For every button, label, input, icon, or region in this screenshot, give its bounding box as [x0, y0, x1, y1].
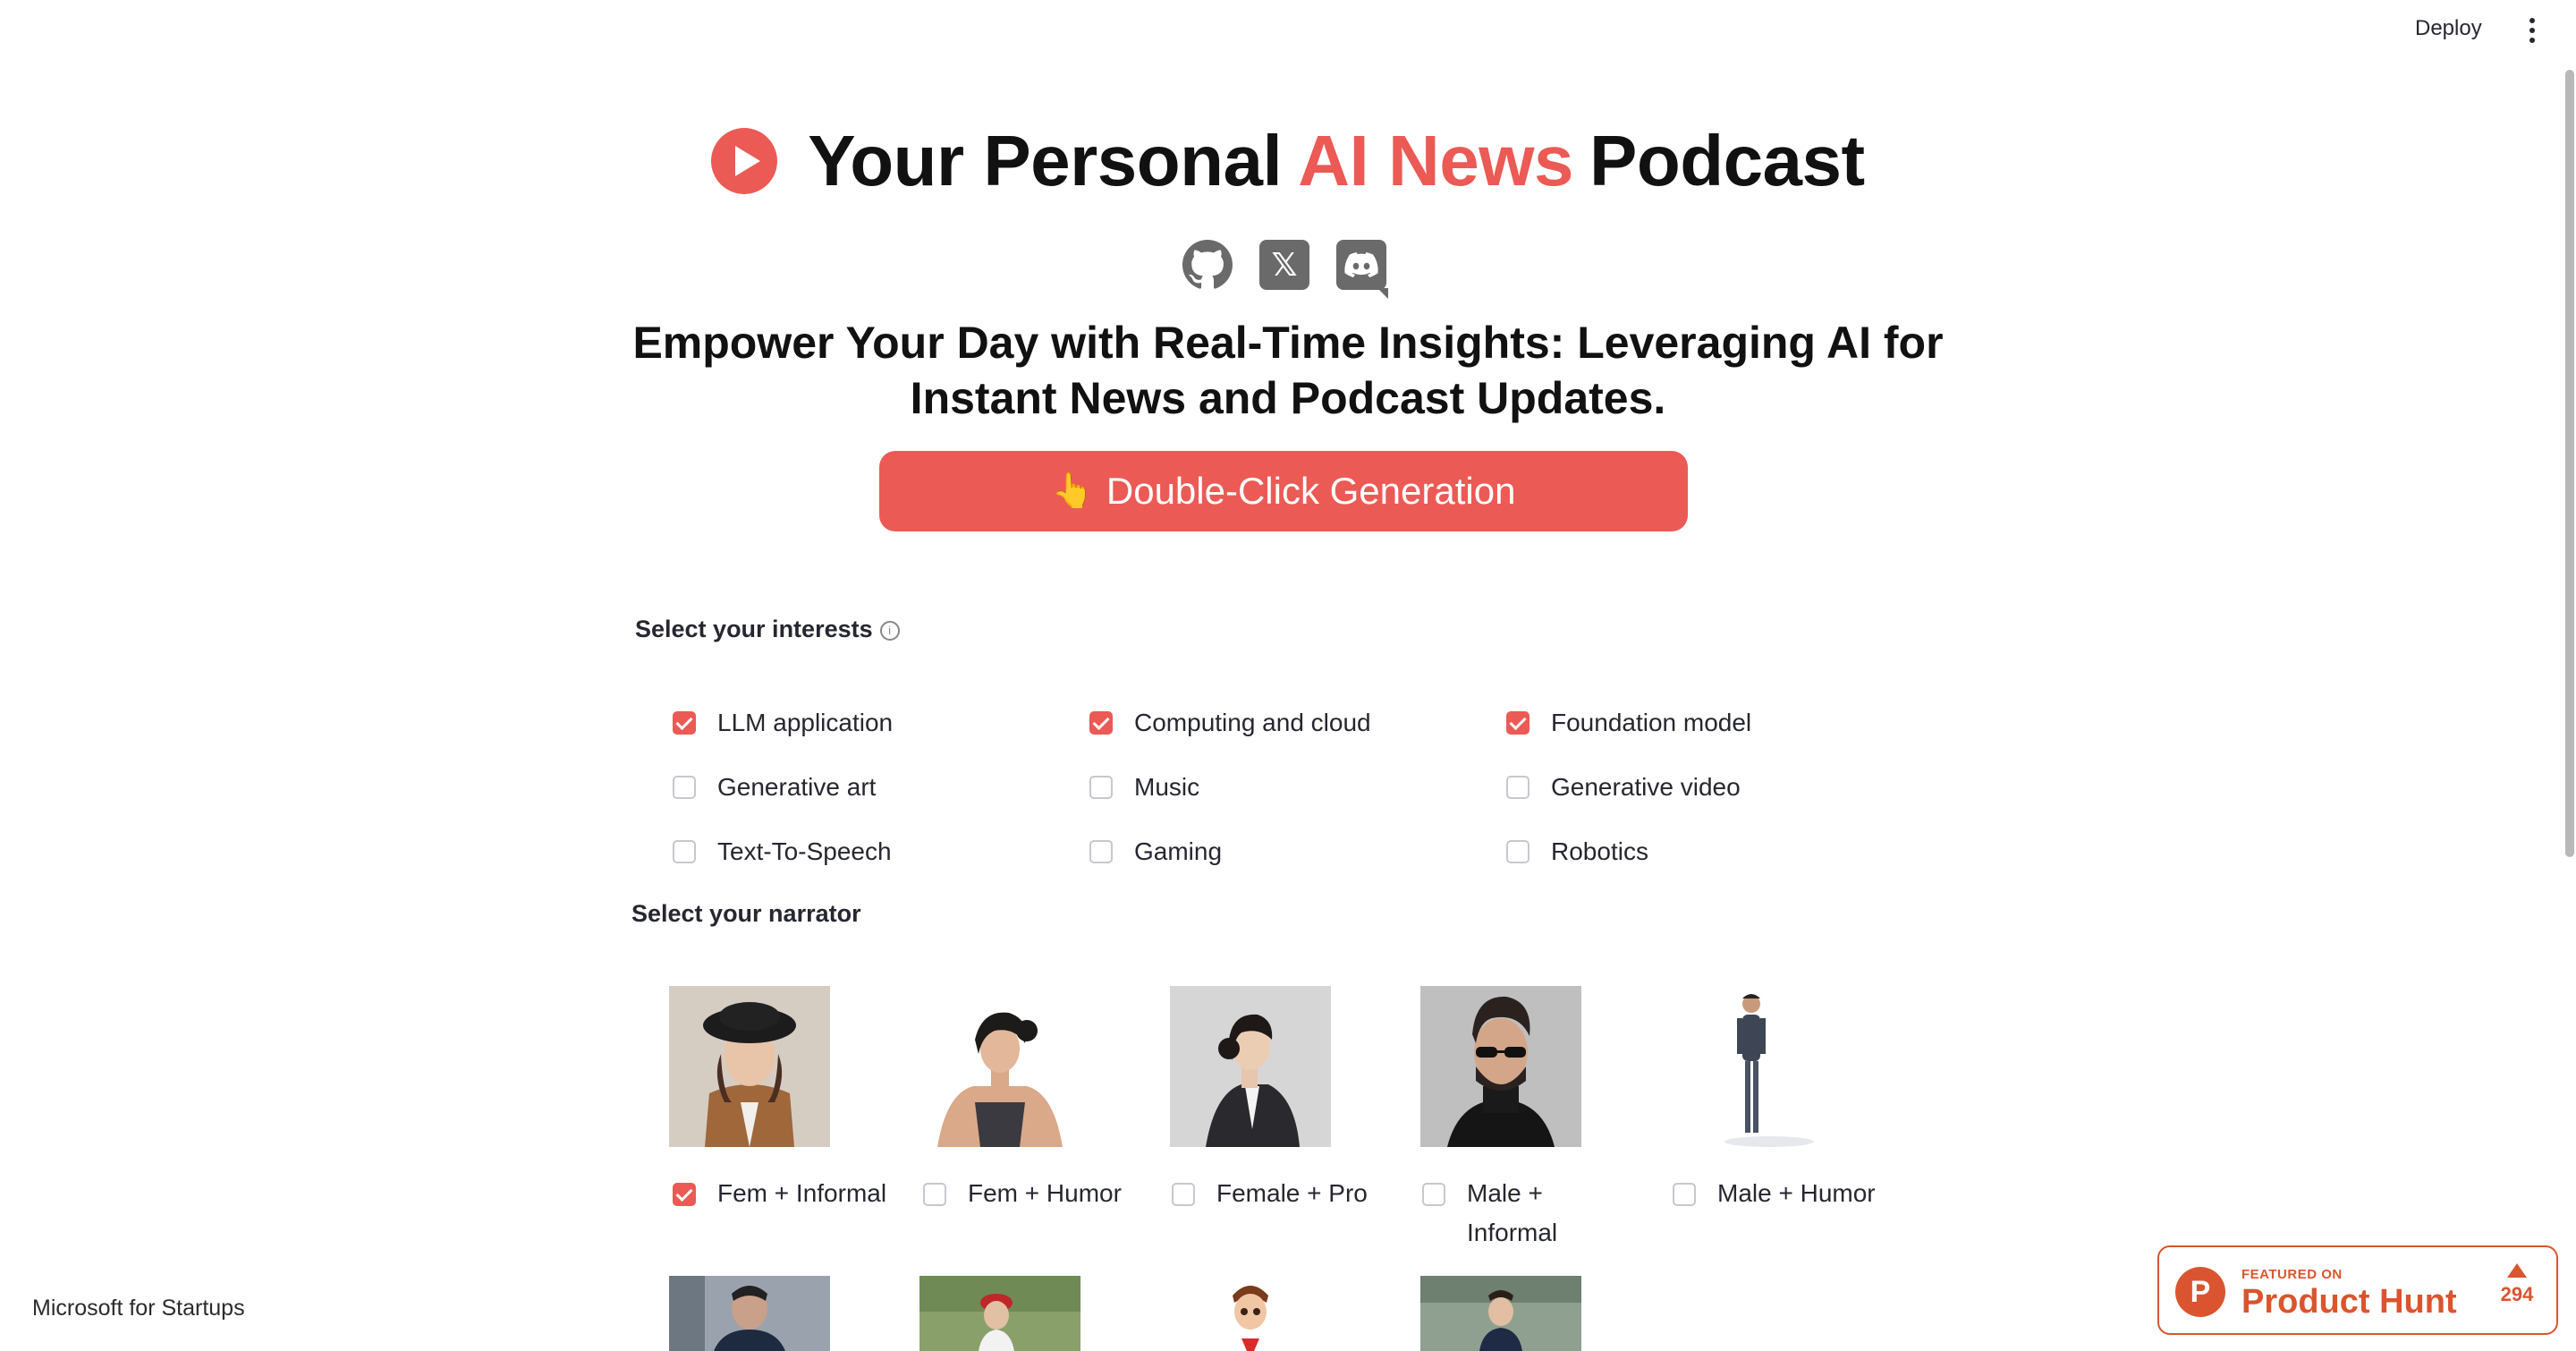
github-icon[interactable]	[1182, 240, 1233, 290]
checkbox-unchecked-icon[interactable]	[673, 840, 696, 863]
microsoft-for-startups-logo[interactable]: Microsoft for Startups	[32, 1296, 245, 1321]
deploy-button[interactable]: Deploy	[2415, 16, 2482, 41]
generate-button-label: Double-Click Generation	[1106, 470, 1516, 512]
title-suffix: Podcast	[1589, 121, 1865, 200]
checkbox-unchecked-icon[interactable]	[1422, 1183, 1445, 1206]
avatar-male-humor[interactable]	[1671, 986, 1832, 1147]
avatar-fem-humor[interactable]	[919, 986, 1080, 1147]
vote-number: 294	[2500, 1283, 2534, 1305]
interest-label: Text-To-Speech	[717, 837, 892, 865]
avatar-row2-2[interactable]	[919, 1276, 1080, 1351]
avatar-fem-informal[interactable]	[669, 986, 830, 1147]
interest-label: Computing and cloud	[1134, 709, 1371, 736]
narrator-checkbox[interactable]: Male + Informal	[1422, 1179, 1557, 1253]
checkbox-unchecked-icon[interactable]	[1506, 776, 1530, 799]
play-icon	[711, 128, 778, 194]
x-twitter-icon[interactable]: 𝕏	[1259, 240, 1309, 290]
narrator-label: Male + Informal	[1467, 1179, 1558, 1246]
kebab-menu-icon[interactable]	[2528, 18, 2537, 43]
narrator-checkbox[interactable]: Female + Pro	[1172, 1179, 1368, 1213]
interest-label: LLM application	[717, 709, 894, 736]
interests-label: Select your interests i	[635, 616, 900, 643]
checkbox-unchecked-icon[interactable]	[1089, 776, 1113, 799]
discord-icon[interactable]	[1336, 240, 1388, 299]
avatar-row2-4[interactable]	[1420, 1276, 1581, 1351]
product-hunt-featured: FEATURED ON	[2241, 1267, 2343, 1282]
checkbox-checked-icon[interactable]	[1506, 711, 1530, 735]
narrator-checkbox[interactable]: Fem + Informal	[673, 1179, 886, 1213]
interest-checkbox[interactable]: Generative video	[1506, 773, 1741, 802]
checkbox-unchecked-icon[interactable]	[1506, 840, 1530, 863]
pointing-hand-icon: 👆	[1051, 472, 1094, 510]
upvote-icon	[2507, 1263, 2527, 1278]
page-title: Your Personal AI News Podcast	[0, 120, 2576, 202]
social-links: 𝕏	[1182, 240, 1388, 299]
narrator-checkbox[interactable]: Fem + Humor	[923, 1179, 1122, 1213]
interest-checkbox[interactable]: Computing and cloud	[1089, 709, 1371, 737]
upvote-count: 294	[2490, 1263, 2544, 1306]
avatar-female-pro[interactable]	[1170, 986, 1331, 1147]
generate-button[interactable]: 👆 Double-Click Generation	[879, 451, 1688, 531]
narrator-label: Select your narrator	[631, 900, 861, 927]
checkbox-unchecked-icon[interactable]	[1089, 840, 1113, 863]
checkbox-checked-icon[interactable]	[1089, 711, 1113, 735]
title-prefix: Your Personal	[808, 121, 1283, 200]
product-hunt-logo: P	[2175, 1267, 2225, 1317]
interest-checkbox[interactable]: Music	[1089, 773, 1199, 802]
title-accent: AI News	[1298, 121, 1573, 200]
interest-checkbox[interactable]: Text-To-Speech	[673, 837, 892, 866]
narrator-label: Fem + Informal	[717, 1179, 887, 1207]
narrator-label: Fem + Humor	[968, 1179, 1122, 1207]
interest-checkbox[interactable]: Robotics	[1506, 837, 1648, 866]
title-text: Your Personal AI News Podcast	[808, 120, 1865, 202]
interest-label: Robotics	[1551, 837, 1648, 865]
info-icon[interactable]: i	[879, 620, 900, 641]
interest-label: Generative art	[717, 773, 877, 801]
avatar-row2-3[interactable]	[1170, 1276, 1331, 1351]
checkbox-unchecked-icon[interactable]	[673, 776, 696, 799]
interest-checkbox[interactable]: LLM application	[673, 709, 893, 737]
checkbox-unchecked-icon[interactable]	[1172, 1183, 1195, 1206]
product-hunt-name: Product Hunt	[2241, 1283, 2457, 1321]
interests-label-text: Select your interests	[635, 616, 873, 642]
avatar-male-informal[interactable]	[1420, 986, 1581, 1147]
interest-label: Generative video	[1551, 773, 1741, 801]
interest-label: Foundation model	[1551, 709, 1752, 736]
interest-checkbox[interactable]: Generative art	[673, 773, 876, 802]
checkbox-checked-icon[interactable]	[673, 711, 696, 735]
interest-checkbox[interactable]: Gaming	[1089, 837, 1222, 866]
avatar-row2-1[interactable]	[669, 1276, 830, 1351]
interest-label: Gaming	[1134, 837, 1223, 865]
checkbox-unchecked-icon[interactable]	[923, 1183, 946, 1206]
subtitle: Empower Your Day with Real-Time Insights…	[632, 318, 1944, 423]
top-bar: Deploy	[0, 0, 2576, 63]
narrator-label: Female + Pro	[1216, 1179, 1368, 1207]
narrator-label: Male + Humor	[1717, 1179, 1876, 1207]
product-hunt-badge[interactable]: P FEATURED ON Product Hunt 294	[2157, 1245, 2558, 1335]
interest-label: Music	[1134, 773, 1200, 801]
checkbox-checked-icon[interactable]	[673, 1183, 696, 1206]
checkbox-unchecked-icon[interactable]	[1673, 1183, 1696, 1206]
interest-checkbox[interactable]: Foundation model	[1506, 709, 1751, 737]
narrator-checkbox[interactable]: Male + Humor	[1673, 1179, 1876, 1213]
